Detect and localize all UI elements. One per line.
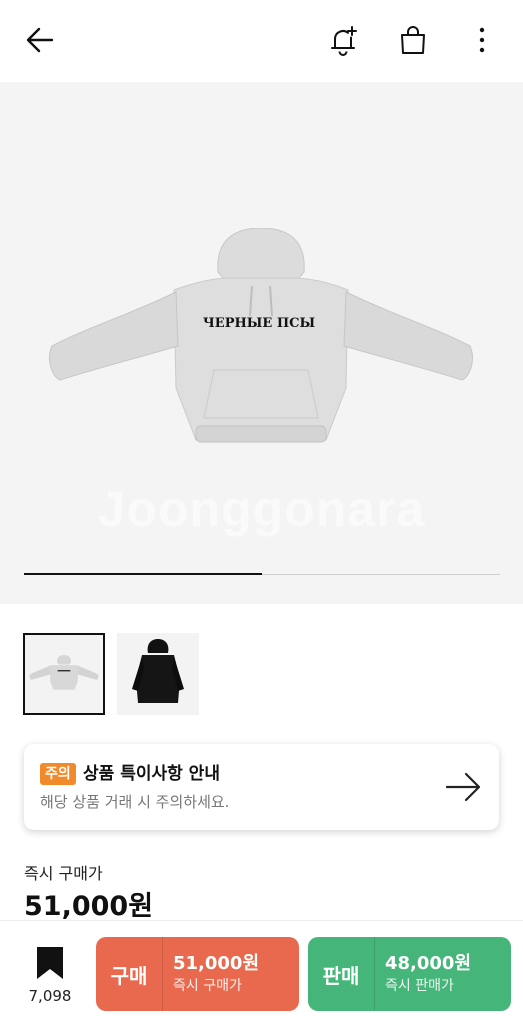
bell-plus-icon[interactable] xyxy=(325,22,361,58)
buy-button[interactable]: 구매 51,000원 즉시 구매가 xyxy=(96,937,299,1011)
instant-buy-price-label: 즉시 구매가 xyxy=(24,864,103,883)
carousel-progress-fill xyxy=(24,573,262,575)
sell-button-subtitle: 즉시 판매가 xyxy=(385,978,454,994)
notice-title: 상품 특이사항 안내 xyxy=(83,764,220,784)
thumbnail-strip xyxy=(23,633,199,715)
thumbnail-black-hoodie[interactable] xyxy=(117,633,199,715)
more-vertical-icon[interactable] xyxy=(464,22,500,58)
arrow-left-icon[interactable] xyxy=(22,22,58,58)
product-print-text: ЧЕРНЫЕ ПСЫ xyxy=(202,316,316,331)
instant-buy-price-value: 51,000원 xyxy=(24,891,154,922)
carousel-progress xyxy=(24,573,500,575)
shopping-bag-icon[interactable] xyxy=(395,22,431,58)
sell-button-label: 판매 xyxy=(322,963,360,988)
product-image xyxy=(49,228,473,443)
watermark: Joonggonara xyxy=(97,481,426,537)
product-notice-card[interactable]: 주의 상품 특이사항 안내 해당 상품 거래 시 주의하세요. xyxy=(24,744,499,830)
wishlist-count: 7,098 xyxy=(28,987,72,1005)
sell-button-price: 48,000원 xyxy=(385,953,472,974)
arrow-right-icon[interactable] xyxy=(445,770,483,808)
bookmark-icon xyxy=(37,947,63,979)
sell-button[interactable]: 판매 48,000원 즉시 판매가 xyxy=(308,937,511,1011)
wishlist-button[interactable]: 7,098 xyxy=(24,947,76,1005)
thumbnail-grey-hoodie[interactable] xyxy=(23,633,105,715)
buy-button-price: 51,000원 xyxy=(173,953,260,974)
buy-button-subtitle: 즉시 구매가 xyxy=(173,978,242,994)
top-app-bar xyxy=(0,0,523,82)
bottom-action-bar: 7,098 구매 51,000원 즉시 구매가 판매 48,000원 즉시 판매… xyxy=(0,920,523,1024)
product-image-carousel[interactable]: ЧЕРНЫЕ ПСЫ Joonggonara xyxy=(0,82,523,604)
notice-subtitle: 해당 상품 거래 시 주의하세요. xyxy=(40,793,230,811)
buy-button-label: 구매 xyxy=(110,963,148,988)
caution-badge: 주의 xyxy=(40,763,76,785)
